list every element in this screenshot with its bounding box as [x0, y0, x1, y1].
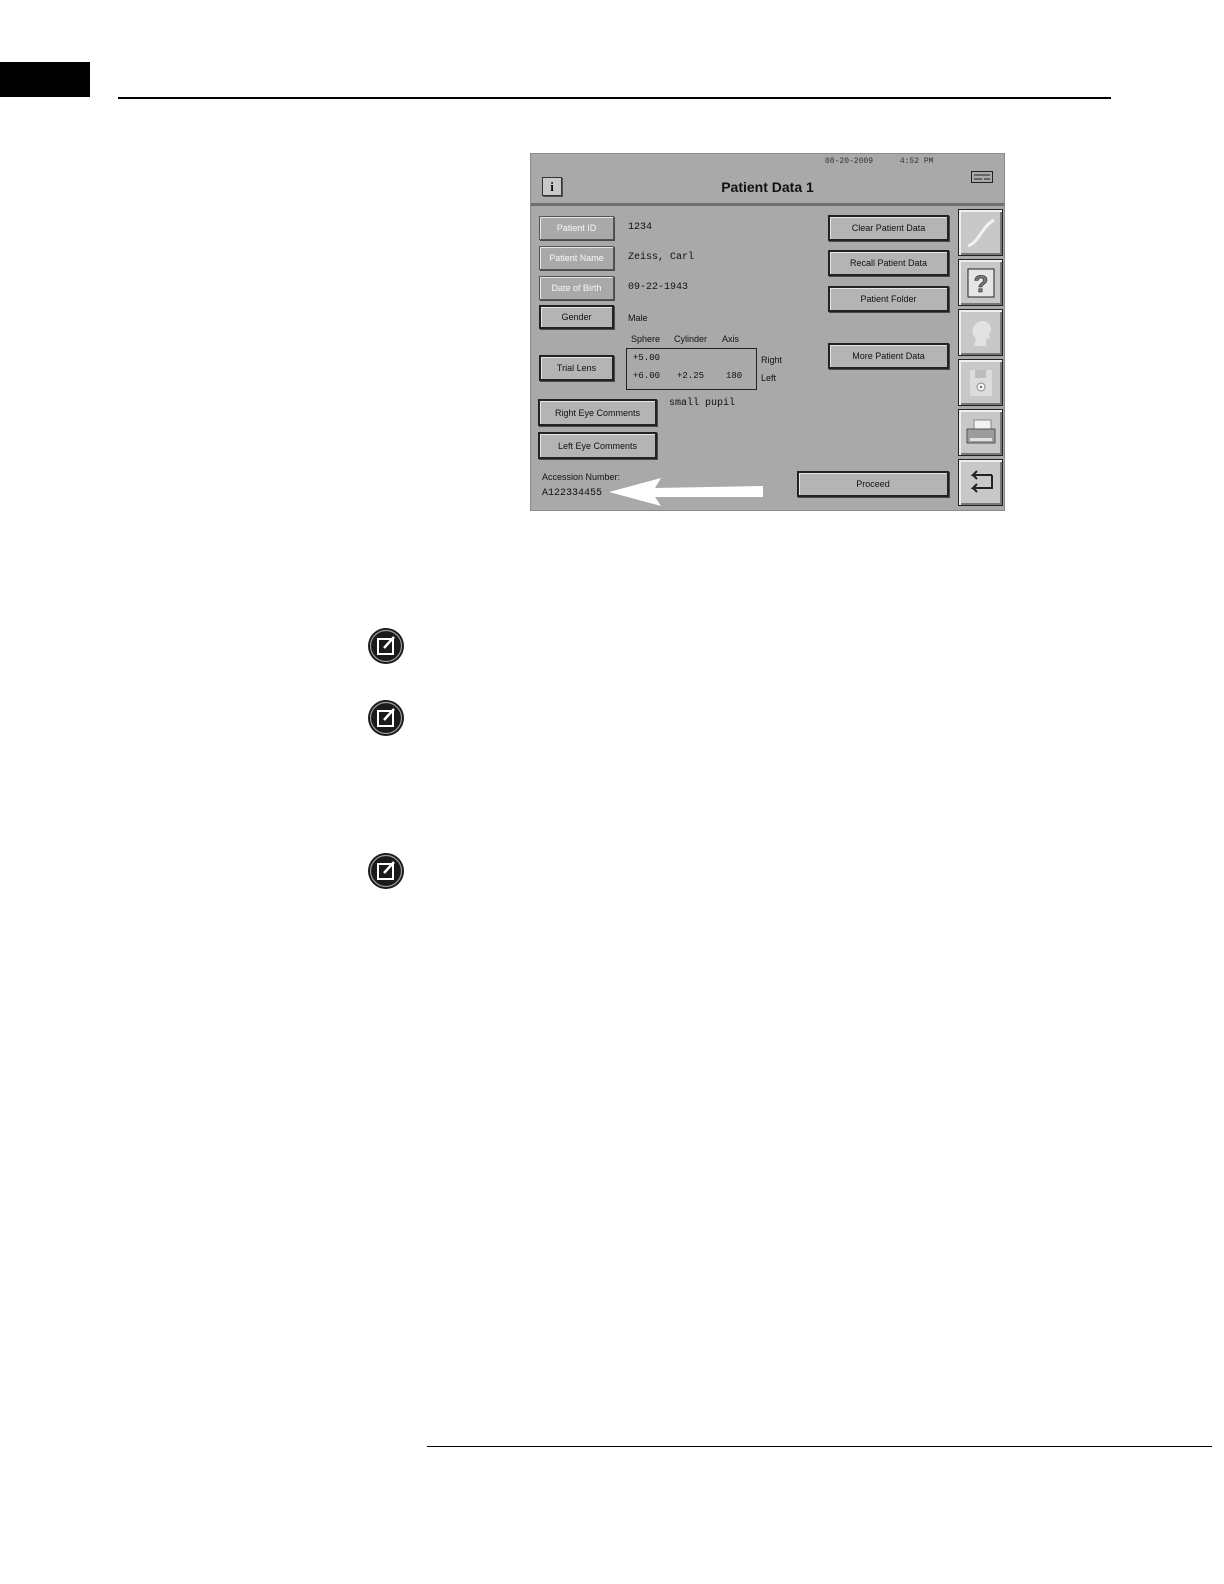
- footer-rule: [427, 1446, 1212, 1447]
- sphere-header: Sphere: [631, 334, 661, 344]
- left-cylinder: +2.25: [677, 371, 705, 381]
- date-text: 08-20-2009: [825, 157, 874, 166]
- patient-folder-button[interactable]: Patient Folder: [828, 286, 949, 312]
- svg-text:?: ?: [973, 271, 988, 298]
- date-of-birth-button[interactable]: Date of Birth: [539, 276, 614, 300]
- trial-lens-button[interactable]: Trial Lens: [539, 355, 614, 381]
- patient-id-value: 1234: [628, 222, 653, 233]
- gender-button[interactable]: Gender: [539, 305, 614, 329]
- patient-id-button[interactable]: Patient ID: [539, 216, 614, 240]
- header-rule: [118, 97, 1111, 99]
- right-eye-label: Right: [761, 355, 783, 365]
- proceed-button[interactable]: Proceed: [797, 471, 949, 497]
- right-eye-comment-text: small pupil: [669, 398, 736, 409]
- note-icon: [368, 700, 404, 736]
- left-eye-label: Left: [761, 373, 777, 383]
- gender-value: Male: [628, 313, 648, 323]
- date-of-birth-value: 09-22-1943: [628, 282, 689, 293]
- printer-icon[interactable]: [958, 409, 1003, 456]
- page-title: Patient Data 1: [721, 179, 814, 195]
- left-axis: 180: [726, 371, 743, 381]
- note-icon: [368, 628, 404, 664]
- datetime: 08-20-2009 4:52 PM: [825, 157, 955, 166]
- network-icon: [971, 171, 993, 183]
- time-text: 4:52 PM: [899, 157, 934, 166]
- right-sphere: +5.00: [633, 353, 661, 363]
- disk-icon[interactable]: [958, 359, 1003, 406]
- patient-data-screen: 08-20-2009 4:52 PM i Patient Data 1 Pati…: [530, 153, 1005, 511]
- accession-value: A122334455: [542, 488, 603, 499]
- right-eye-comments-button[interactable]: Right Eye Comments: [538, 399, 657, 426]
- help-icon[interactable]: ?: [958, 259, 1003, 306]
- axis-header: Axis: [722, 334, 740, 344]
- patient-name-button[interactable]: Patient Name: [539, 246, 614, 270]
- curve-icon[interactable]: [958, 209, 1003, 256]
- more-patient-data-button[interactable]: More Patient Data: [828, 343, 949, 369]
- pointer-arrow-icon: [609, 478, 763, 506]
- left-eye-comments-button[interactable]: Left Eye Comments: [538, 432, 657, 459]
- note-icon: [368, 853, 404, 889]
- title-bar: 08-20-2009 4:52 PM i Patient Data 1: [531, 154, 1004, 206]
- return-arrow-icon[interactable]: [958, 459, 1003, 506]
- chapter-tab: [0, 62, 90, 97]
- patient-name-value: Zeiss, Carl: [628, 252, 695, 263]
- clear-patient-data-button[interactable]: Clear Patient Data: [828, 215, 949, 241]
- cylinder-header: Cylinder: [674, 334, 708, 344]
- left-sphere: +6.00: [633, 371, 661, 381]
- recall-patient-data-button[interactable]: Recall Patient Data: [828, 250, 949, 276]
- head-icon[interactable]: [958, 309, 1003, 356]
